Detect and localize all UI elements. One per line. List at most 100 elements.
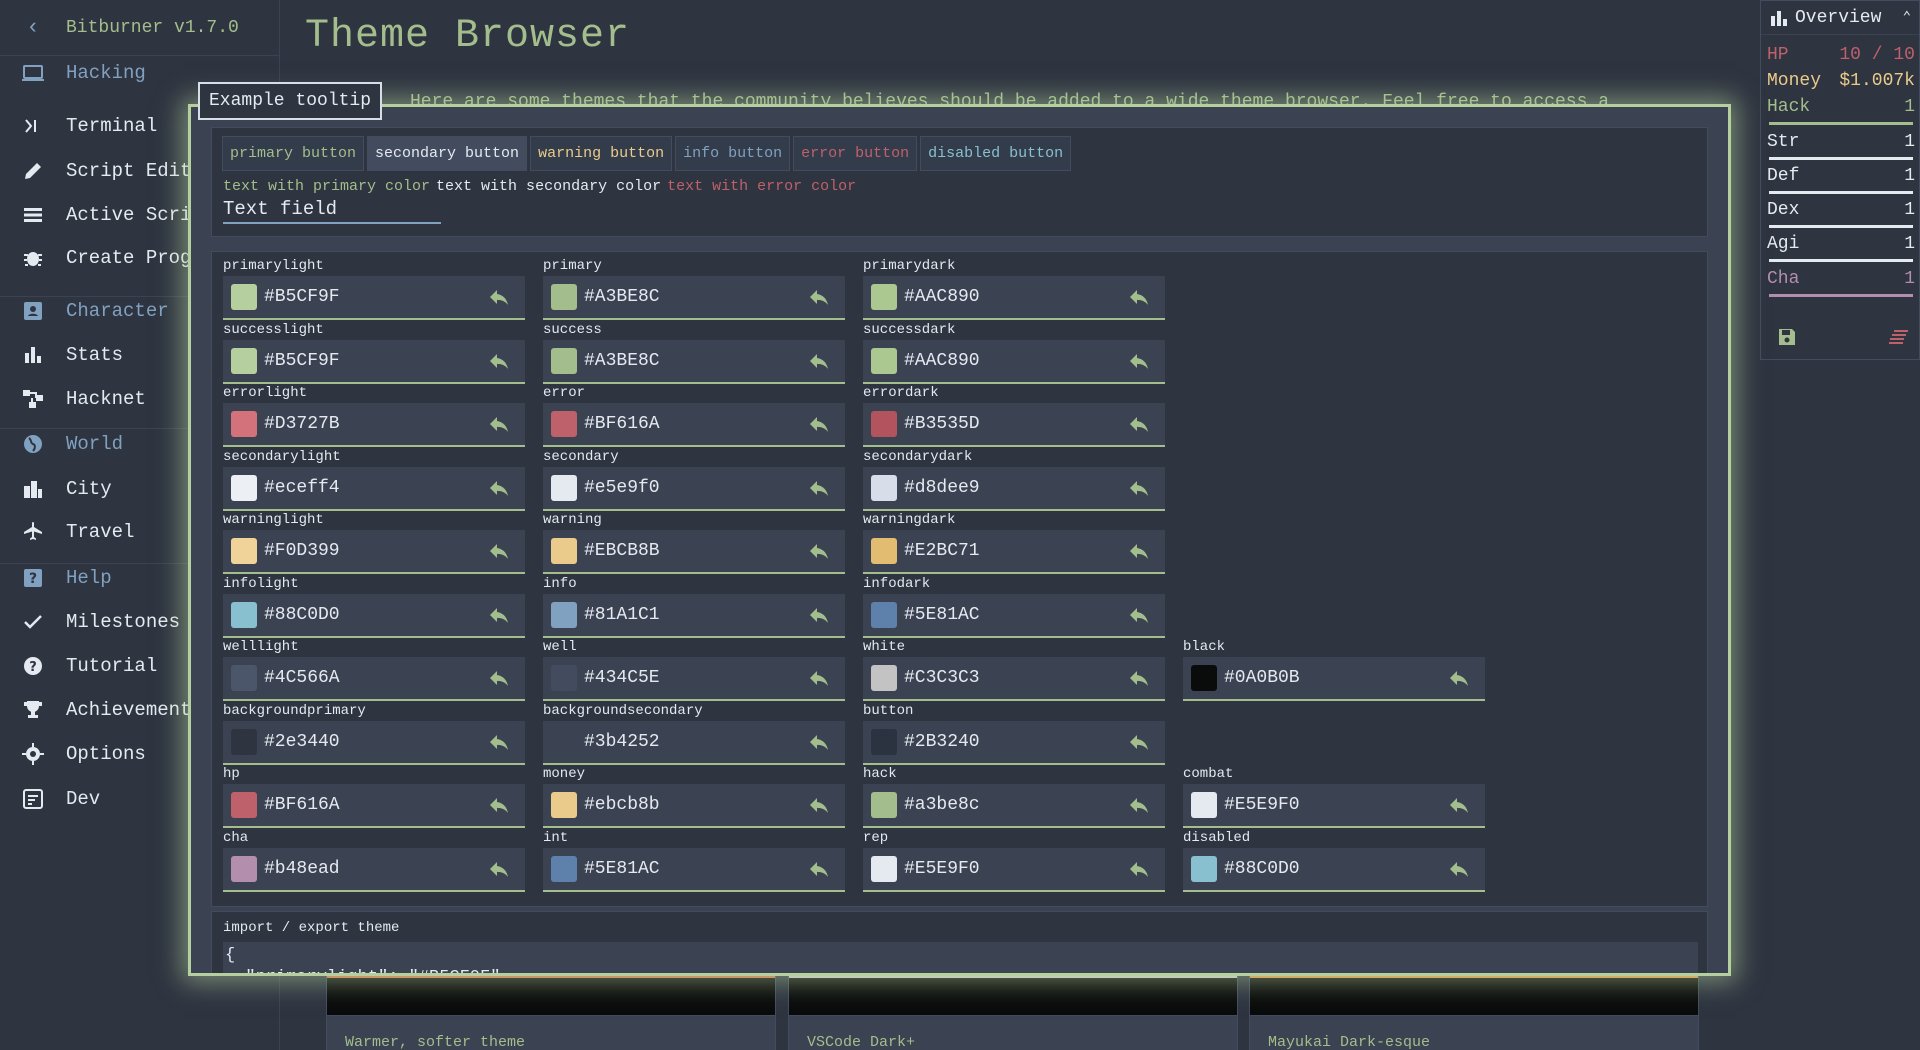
color-swatch[interactable] (871, 601, 897, 628)
theme-card[interactable]: Mayukai Dark-esque (1249, 975, 1699, 1050)
color-input-well[interactable]: #434C5E (543, 657, 845, 701)
color-input-welllight[interactable]: #4C566A (223, 657, 525, 701)
color-input-primary[interactable]: #A3BE8C (543, 276, 845, 320)
color-input-combat[interactable]: #E5E9F0 (1183, 784, 1485, 828)
color-input-hp[interactable]: #BF616A (223, 784, 525, 828)
color-input-backgroundsecondary[interactable]: #3b4252 (543, 720, 845, 765)
kill-scripts-icon[interactable] (1889, 329, 1911, 345)
collapse-chevron-icon[interactable]: ‹ (0, 15, 66, 40)
color-input-backgroundprimary[interactable]: #2e3440 (223, 720, 525, 765)
secondary-button[interactable]: secondary button (367, 136, 528, 171)
color-swatch[interactable] (231, 601, 257, 628)
color-input-primarydark[interactable]: #AAC890 (863, 276, 1165, 320)
reset-color-icon[interactable] (807, 857, 831, 881)
reset-color-icon[interactable] (487, 730, 511, 754)
color-swatch[interactable] (551, 284, 577, 310)
color-input-infodark[interactable]: #5E81AC (863, 593, 1165, 638)
color-swatch[interactable] (1191, 792, 1217, 818)
color-swatch[interactable] (1191, 855, 1217, 882)
color-swatch[interactable] (551, 347, 577, 374)
reset-color-icon[interactable] (1127, 666, 1151, 690)
theme-card[interactable]: VSCode Dark+ (788, 975, 1238, 1050)
reset-color-icon[interactable] (807, 349, 831, 373)
color-swatch[interactable] (551, 474, 577, 501)
color-input-warning[interactable]: #EBCB8B (543, 530, 845, 574)
color-swatch[interactable] (231, 347, 257, 374)
color-input-warninglight[interactable]: #F0D399 (223, 530, 525, 574)
collapse-caret-icon[interactable]: ⌃ (1903, 9, 1911, 26)
color-input-disabled[interactable]: #88C0D0 (1183, 847, 1485, 892)
reset-color-icon[interactable] (1447, 793, 1471, 817)
color-input-primarylight[interactable]: #B5CF9F (223, 276, 525, 320)
import-export-textarea[interactable]: { "primarylight": "#B5CF9F", (223, 942, 1698, 973)
color-input-errordark[interactable]: #B3535D (863, 403, 1165, 447)
color-input-black[interactable]: #0A0B0B (1183, 657, 1485, 701)
color-input-hack[interactable]: #a3be8c (863, 784, 1165, 828)
color-input-rep[interactable]: #E5E9F0 (863, 847, 1165, 892)
reset-color-icon[interactable] (1127, 793, 1151, 817)
color-input-error[interactable]: #BF616A (543, 403, 845, 447)
color-swatch[interactable] (1191, 665, 1217, 691)
color-swatch[interactable] (231, 411, 257, 437)
color-input-infolight[interactable]: #88C0D0 (223, 593, 525, 638)
color-input-int[interactable]: #5E81AC (543, 847, 845, 892)
reset-color-icon[interactable] (487, 603, 511, 627)
color-input-cha[interactable]: #b48ead (223, 847, 525, 892)
text-field[interactable]: Text field (223, 194, 441, 224)
color-swatch[interactable] (871, 474, 897, 501)
color-swatch[interactable] (551, 538, 577, 564)
reset-color-icon[interactable] (1127, 349, 1151, 373)
warning-button[interactable]: warning button (530, 136, 673, 171)
color-input-money[interactable]: #ebcb8b (543, 784, 845, 828)
reset-color-icon[interactable] (487, 539, 511, 563)
reset-color-icon[interactable] (807, 539, 831, 563)
color-swatch[interactable] (871, 347, 897, 374)
save-icon[interactable] (1777, 327, 1797, 347)
color-swatch[interactable] (551, 728, 577, 755)
disabled-button[interactable]: disabled button (920, 136, 1072, 171)
color-input-secondary[interactable]: #e5e9f0 (543, 466, 845, 511)
reset-color-icon[interactable] (807, 666, 831, 690)
color-swatch[interactable] (551, 665, 577, 691)
error-button[interactable]: error button (793, 136, 918, 171)
reset-color-icon[interactable] (807, 412, 831, 436)
color-swatch[interactable] (871, 728, 897, 755)
color-swatch[interactable] (231, 855, 257, 882)
color-swatch[interactable] (871, 411, 897, 437)
color-swatch[interactable] (551, 855, 577, 882)
color-swatch[interactable] (871, 538, 897, 564)
color-swatch[interactable] (871, 284, 897, 310)
color-input-successlight[interactable]: #B5CF9F (223, 339, 525, 384)
overview-header[interactable]: Overview ⌃ (1761, 1, 1919, 35)
reset-color-icon[interactable] (487, 793, 511, 817)
color-input-white[interactable]: #C3C3C3 (863, 657, 1165, 701)
color-swatch[interactable] (871, 792, 897, 818)
reset-color-icon[interactable] (1127, 539, 1151, 563)
color-swatch[interactable] (551, 601, 577, 628)
color-input-secondarylight[interactable]: #eceff4 (223, 466, 525, 511)
color-input-secondarydark[interactable]: #d8dee9 (863, 466, 1165, 511)
color-swatch[interactable] (551, 411, 577, 437)
color-input-button[interactable]: #2B3240 (863, 720, 1165, 765)
color-input-warningdark[interactable]: #E2BC71 (863, 530, 1165, 574)
theme-card[interactable]: Warmer, softer theme (326, 975, 776, 1050)
reset-color-icon[interactable] (487, 666, 511, 690)
reset-color-icon[interactable] (807, 793, 831, 817)
primary-button[interactable]: primary button (222, 136, 365, 171)
color-swatch[interactable] (231, 284, 257, 310)
reset-color-icon[interactable] (1127, 603, 1151, 627)
reset-color-icon[interactable] (1127, 285, 1151, 309)
color-swatch[interactable] (231, 792, 257, 818)
info-button[interactable]: info button (675, 136, 791, 171)
reset-color-icon[interactable] (1127, 857, 1151, 881)
color-swatch[interactable] (871, 855, 897, 882)
reset-color-icon[interactable] (807, 730, 831, 754)
color-input-errorlight[interactable]: #D3727B (223, 403, 525, 447)
reset-color-icon[interactable] (807, 285, 831, 309)
reset-color-icon[interactable] (487, 285, 511, 309)
color-input-info[interactable]: #81A1C1 (543, 593, 845, 638)
reset-color-icon[interactable] (1127, 476, 1151, 500)
color-swatch[interactable] (231, 665, 257, 691)
reset-color-icon[interactable] (1127, 412, 1151, 436)
color-input-successdark[interactable]: #AAC890 (863, 339, 1165, 384)
